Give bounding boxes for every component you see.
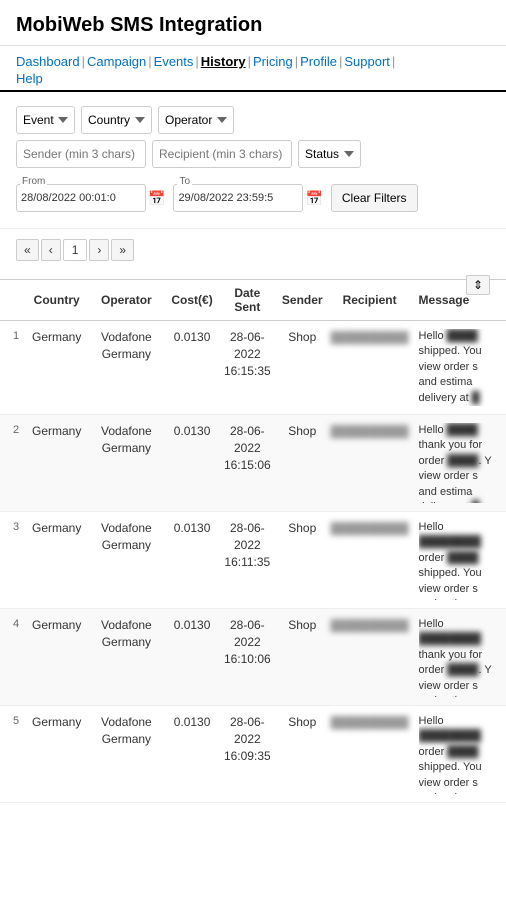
- row-recipient: ██████████: [327, 414, 413, 511]
- row-operator: Vodafone Germany: [85, 608, 167, 705]
- row-country: Germany: [28, 608, 85, 705]
- row-recipient: ██████████: [327, 511, 413, 608]
- nav-support[interactable]: Support: [344, 54, 390, 69]
- col-sender: Sender: [278, 280, 327, 321]
- last-page-button[interactable]: »: [111, 239, 134, 261]
- navigation: Dashboard | Campaign | Events | History …: [0, 46, 506, 92]
- row-recipient: ██████████: [327, 321, 413, 415]
- nav-events[interactable]: Events: [154, 54, 194, 69]
- col-date: DateSent: [217, 280, 278, 321]
- col-cost: Cost(€): [167, 280, 216, 321]
- row-cost: 0.0130: [167, 608, 216, 705]
- prev-page-button[interactable]: ‹: [41, 239, 61, 261]
- table-row: 1 Germany Vodafone Germany 0.0130 28-06-…: [0, 321, 506, 415]
- first-page-button[interactable]: «: [16, 239, 39, 261]
- nav-campaign[interactable]: Campaign: [87, 54, 146, 69]
- row-recipient: ██████████: [327, 705, 413, 802]
- row-operator: Vodafone Germany: [85, 705, 167, 802]
- nav-history[interactable]: History: [201, 54, 246, 69]
- row-operator: Vodafone Germany: [85, 321, 167, 415]
- from-calendar-icon[interactable]: 📅: [148, 190, 165, 207]
- row-date: 28-06-202216:15:35: [217, 321, 278, 415]
- next-page-button[interactable]: ›: [89, 239, 109, 261]
- from-label: From: [20, 176, 47, 187]
- row-date: 28-06-202216:15:06: [217, 414, 278, 511]
- row-num: 3: [0, 511, 28, 608]
- col-recipient: Recipient: [327, 280, 413, 321]
- country-select[interactable]: Country: [81, 106, 152, 134]
- recipient-input[interactable]: [152, 140, 292, 168]
- row-message: Hello ████████order ████shipped. Youview…: [413, 511, 506, 608]
- table-row: 5 Germany Vodafone Germany 0.0130 28-06-…: [0, 705, 506, 802]
- table-row: 4 Germany Vodafone Germany 0.0130 28-06-…: [0, 608, 506, 705]
- row-date: 28-06-202216:09:35: [217, 705, 278, 802]
- table-wrapper: ⇕ Country Operator Cost(€) DateSent Send…: [0, 271, 506, 803]
- row-sender: Shop: [278, 511, 327, 608]
- history-table: Country Operator Cost(€) DateSent Sender…: [0, 279, 506, 803]
- nav-profile[interactable]: Profile: [300, 54, 337, 69]
- filters-panel: Event Country Operator Status From 📅 To …: [0, 92, 506, 229]
- row-sender: Shop: [278, 705, 327, 802]
- row-date: 28-06-202216:11:35: [217, 511, 278, 608]
- row-message: Hello ████thank you fororder ████. Yview…: [413, 414, 506, 511]
- event-select[interactable]: Event: [16, 106, 75, 134]
- page-header: MobiWeb SMS Integration: [0, 0, 506, 46]
- to-date-input[interactable]: [173, 184, 303, 212]
- row-sender: Shop: [278, 414, 327, 511]
- operator-select[interactable]: Operator: [158, 106, 234, 134]
- row-num: 2: [0, 414, 28, 511]
- col-message: Message: [413, 280, 506, 321]
- sender-input[interactable]: [16, 140, 146, 168]
- status-select[interactable]: Status: [298, 140, 361, 168]
- col-country: Country: [28, 280, 85, 321]
- to-calendar-icon[interactable]: 📅: [305, 190, 322, 207]
- row-num: 1: [0, 321, 28, 415]
- row-num: 5: [0, 705, 28, 802]
- row-cost: 0.0130: [167, 321, 216, 415]
- row-country: Germany: [28, 511, 85, 608]
- row-cost: 0.0130: [167, 705, 216, 802]
- row-operator: Vodafone Germany: [85, 511, 167, 608]
- row-message: Hello ████████order ████shipped. Youview…: [413, 705, 506, 802]
- row-recipient: ██████████: [327, 608, 413, 705]
- row-num: 4: [0, 608, 28, 705]
- nav-dashboard[interactable]: Dashboard: [16, 54, 80, 69]
- current-page: 1: [63, 239, 88, 261]
- row-date: 28-06-202216:10:06: [217, 608, 278, 705]
- row-country: Germany: [28, 414, 85, 511]
- sort-button[interactable]: ⇕: [466, 275, 490, 295]
- row-message: Hello ████████thank you fororder ████. Y…: [413, 608, 506, 705]
- page-title: MobiWeb SMS Integration: [16, 14, 490, 37]
- nav-pricing[interactable]: Pricing: [253, 54, 293, 69]
- table-row: 2 Germany Vodafone Germany 0.0130 28-06-…: [0, 414, 506, 511]
- row-operator: Vodafone Germany: [85, 414, 167, 511]
- pagination: « ‹ 1 › »: [0, 229, 506, 271]
- clear-filters-button[interactable]: Clear Filters: [331, 184, 418, 212]
- from-date-input[interactable]: [16, 184, 146, 212]
- row-country: Germany: [28, 321, 85, 415]
- row-message: Hello ████ shipped. Youview order sand e…: [413, 321, 506, 415]
- table-row: 3 Germany Vodafone Germany 0.0130 28-06-…: [0, 511, 506, 608]
- nav-help[interactable]: Help: [16, 71, 43, 86]
- table-header-row: Country Operator Cost(€) DateSent Sender…: [0, 280, 506, 321]
- col-operator: Operator: [85, 280, 167, 321]
- row-sender: Shop: [278, 608, 327, 705]
- row-country: Germany: [28, 705, 85, 802]
- row-cost: 0.0130: [167, 414, 216, 511]
- row-cost: 0.0130: [167, 511, 216, 608]
- to-label: To: [177, 176, 192, 187]
- row-sender: Shop: [278, 321, 327, 415]
- col-num: [0, 280, 28, 321]
